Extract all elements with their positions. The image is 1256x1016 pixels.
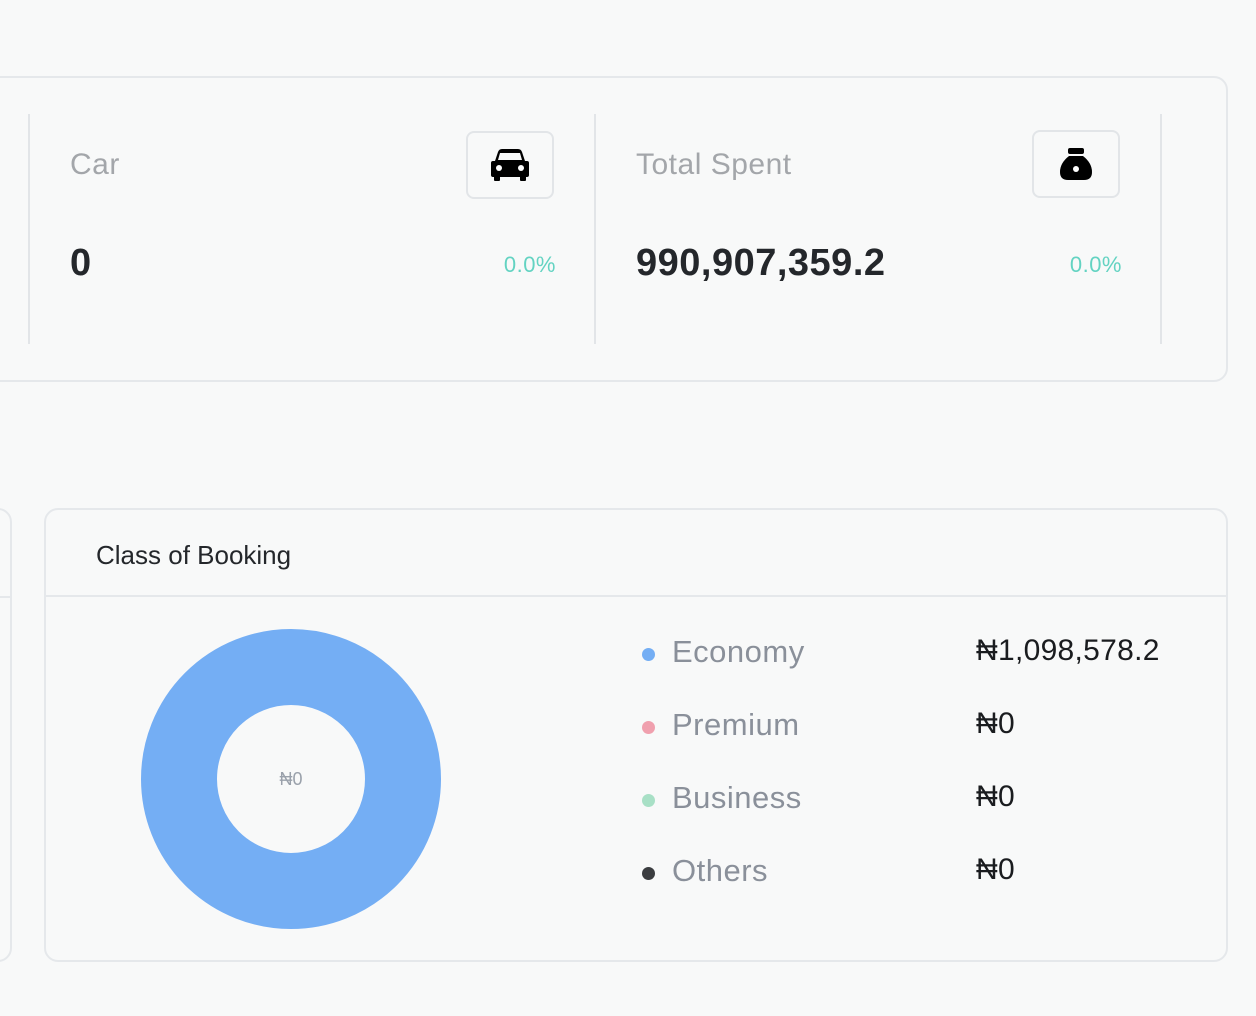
legend-label: Others [672,853,769,888]
stat-divider [594,114,596,344]
card-divider [46,595,1226,597]
legend-dot [642,794,655,807]
legend-label: Economy [672,634,805,669]
legend-value: ₦0 [976,780,1015,813]
legend-value: ₦0 [976,707,1015,740]
legend-item-others[interactable]: Others ₦0 [642,853,1202,893]
car-icon [491,149,529,181]
side-card-partial [0,508,12,962]
legend-item-premium[interactable]: Premium ₦0 [642,707,1202,747]
legend-label: Business [672,780,802,815]
stat-label: Car [70,148,120,181]
stat-value: 0 [70,242,92,284]
card-title: Class of Booking [96,540,292,570]
stat-car: Car 0 0.0% [70,114,556,344]
legend-dot [642,648,655,661]
legend-item-business[interactable]: Business ₦0 [642,780,1202,820]
stat-divider [1160,114,1162,344]
money-bag-icon-button[interactable] [1032,130,1120,198]
legend-label: Premium [672,707,800,742]
legend-value: ₦1,098,578.2 [976,634,1160,667]
stat-change: 0.0% [503,252,556,277]
stats-card: Car 0 0.0% Total Spent 990,907,359.2 0.0… [0,76,1228,382]
stat-label: Total Spent [636,148,792,181]
dashboard-page: Car 0 0.0% Total Spent 990,907,359.2 0.0… [0,0,1256,1016]
stat-change: 0.0% [1069,252,1122,277]
legend-value: ₦0 [976,853,1015,886]
booking-donut-chart: ₦0 [140,628,442,930]
car-icon-button[interactable] [466,131,554,199]
legend-dot [642,867,655,880]
legend-dot [642,721,655,734]
class-of-booking-card: Class of Booking ₦0 Economy ₦1,098,578.2… [44,508,1228,962]
money-bag-icon [1060,148,1092,180]
legend-item-economy[interactable]: Economy ₦1,098,578.2 [642,634,1202,674]
donut-center-label: ₦0 [279,768,303,789]
stat-total-spent: Total Spent 990,907,359.2 0.0% [636,114,1122,344]
stat-divider [28,114,30,344]
stat-value: 990,907,359.2 [636,242,886,284]
